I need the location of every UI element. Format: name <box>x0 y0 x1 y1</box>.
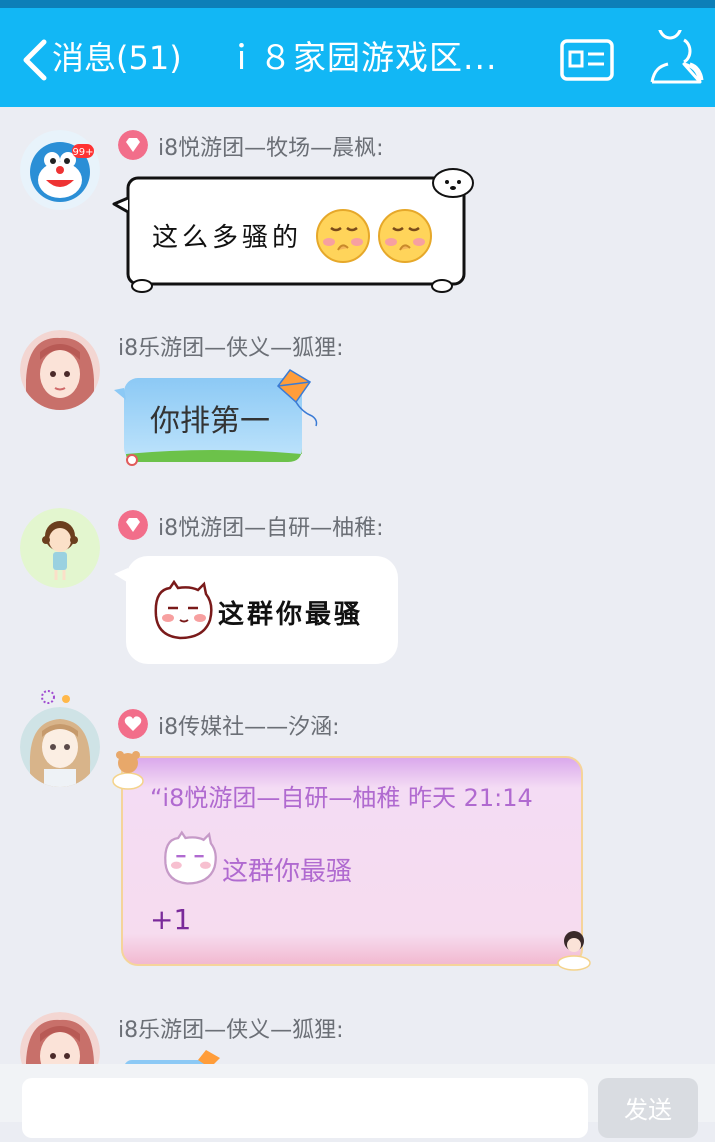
group-members-icon[interactable] <box>648 30 706 88</box>
message-item: i8乐游团—侠义—狐狸: 你排第一 <box>0 320 715 480</box>
quote-text: 这群你最骚 <box>222 857 353 887</box>
sender-name: i8乐游团—侠义—狐狸: <box>118 1018 344 1043</box>
cat-sticker-icon <box>154 580 213 640</box>
sender-name: i8乐游团—侠义—狐狸: <box>118 336 344 361</box>
diamond-badge-icon <box>118 510 148 540</box>
sender-name: i8传媒社——汐涵: <box>158 715 340 740</box>
message-input[interactable] <box>22 1078 588 1138</box>
avatar[interactable] <box>20 1012 100 1064</box>
sparkle-decoration-icon <box>41 690 70 704</box>
heart-badge-icon <box>118 709 148 739</box>
chat-header: 消息(51) ｉ８家园游戏区... <box>0 8 715 107</box>
avatar[interactable] <box>20 508 100 588</box>
reply-text: +1 <box>150 903 192 936</box>
message-item: 99+ i8悦游团—牧场—晨枫: 这么多骚的 <box>0 120 715 300</box>
back-button[interactable]: 消息(51) <box>52 38 182 78</box>
message-bubble[interactable] <box>124 1048 234 1064</box>
send-button[interactable]: 发送 <box>598 1078 698 1138</box>
group-card-icon[interactable] <box>560 39 614 81</box>
diamond-badge-icon <box>118 130 148 160</box>
group-title[interactable]: ｉ８家园游戏区... <box>225 38 497 78</box>
quote-header: “i8悦游团—自研—柚稚 昨天 21:14 <box>150 784 533 812</box>
svg-text:99+: 99+ <box>72 147 93 158</box>
sender-name: i8悦游团—牧场—晨枫: <box>158 136 384 161</box>
avatar[interactable]: 99+ <box>20 130 100 210</box>
status-bar <box>0 0 715 8</box>
avatar[interactable] <box>20 330 100 410</box>
message-text: 这么多骚的 <box>152 223 303 253</box>
message-item: i8乐游团—侠义—狐狸: <box>0 1002 715 1064</box>
puppy-decoration-icon <box>432 168 474 198</box>
shy-face-emoji-icon <box>316 209 432 263</box>
cat-sticker-icon <box>164 830 217 885</box>
message-text: 这群你最骚 <box>218 600 364 630</box>
avatar[interactable] <box>20 707 100 787</box>
message-item: i8传媒社——汐涵: “i8悦游团—自研—柚稚 昨天 21:14 这群你最骚 +… <box>0 685 715 985</box>
message-item: i8悦游团—自研—柚稚: 这群你最骚 <box>0 500 715 675</box>
message-text: 你排第一 <box>150 404 270 439</box>
sender-name: i8悦游团—自研—柚稚: <box>158 516 384 541</box>
